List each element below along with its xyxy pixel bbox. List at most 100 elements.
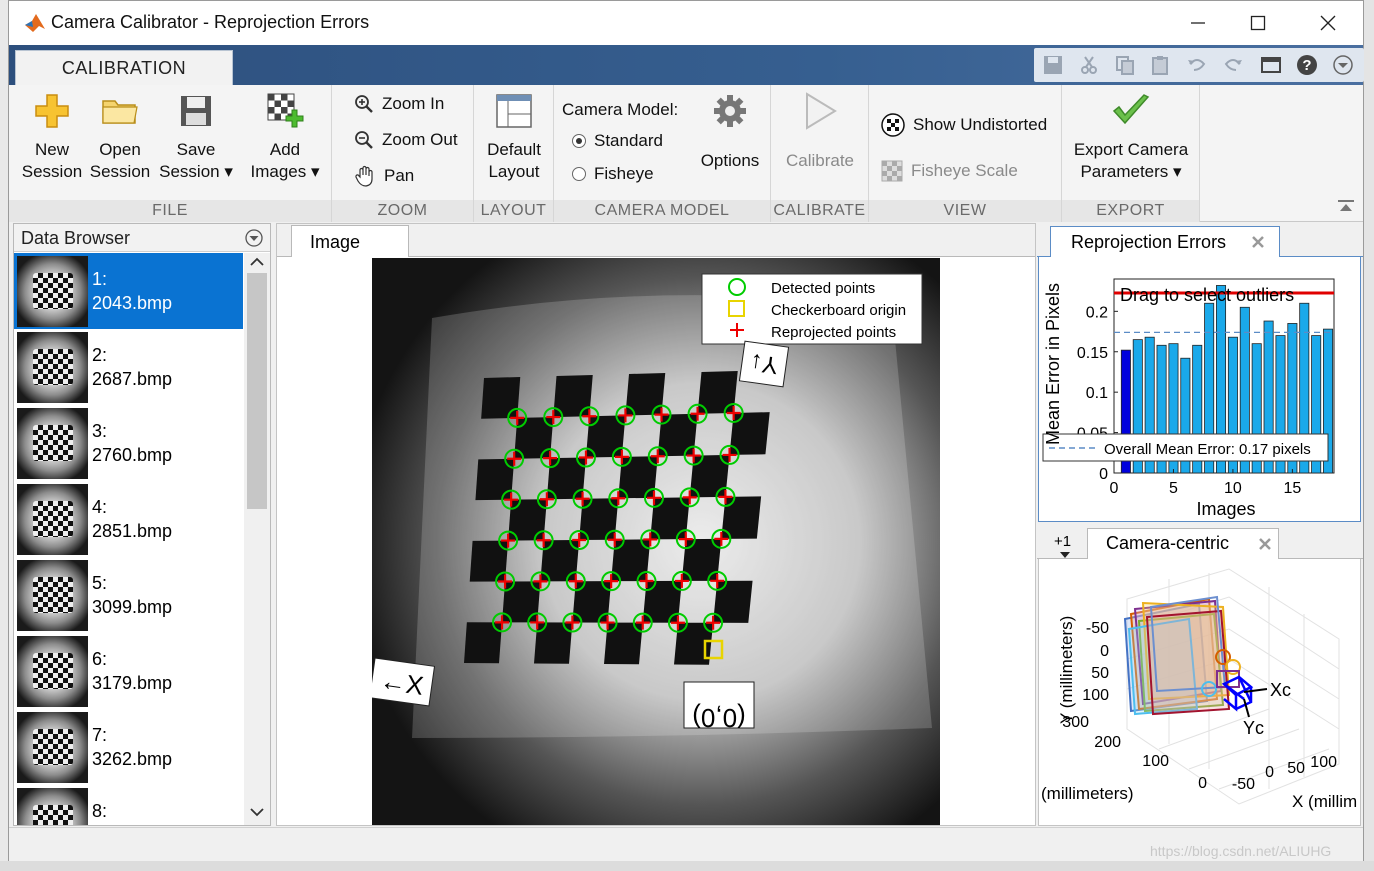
- app-window: Camera Calibrator - Reprojection Errors …: [8, 0, 1364, 861]
- window-title: Camera Calibrator - Reprojection Errors: [51, 12, 370, 32]
- options-button[interactable]: Options: [696, 89, 764, 172]
- scroll-down-icon[interactable]: [250, 807, 264, 817]
- origin-label: (0,0): [692, 703, 745, 733]
- reprojection-error-chart[interactable]: Drag to select outliers00.050.10.150.205…: [1039, 257, 1362, 522]
- tab-camera-centric[interactable]: Camera-centric: [1087, 528, 1279, 559]
- list-item[interactable]: 8:: [14, 785, 243, 825]
- maximize-icon: [1250, 15, 1266, 31]
- yc-axis-line: [1243, 698, 1250, 718]
- y-axis-title: Y (millimeters): [1057, 616, 1076, 724]
- y-tick-label: 0.15: [1077, 345, 1108, 362]
- data-browser-title: Data Browser: [21, 228, 131, 248]
- standard-radio[interactable]: Standard: [572, 131, 663, 151]
- thumbnail-image: [17, 636, 88, 707]
- reprojection-tab-label: Reprojection Errors: [1071, 232, 1227, 252]
- thumbnail-image: [17, 332, 88, 403]
- paste-icon[interactable]: [1150, 54, 1172, 76]
- show-undistorted-button[interactable]: Show Undistorted: [881, 113, 1047, 137]
- cut-icon[interactable]: [1078, 54, 1100, 76]
- section-label-file: FILE: [152, 202, 188, 219]
- redo-icon[interactable]: [1222, 54, 1244, 76]
- save-session-button[interactable]: Save Session ▾: [155, 89, 237, 183]
- checkerboard-icon: [881, 113, 905, 137]
- new-session-button[interactable]: New Session: [17, 89, 87, 183]
- list-item[interactable]: 3: 2760.bmp: [14, 405, 243, 481]
- matlab-logo-icon: [25, 14, 45, 32]
- legend-reprojected-label: Reprojected points: [771, 324, 896, 341]
- section-label-camera-model: CAMERA MODEL: [594, 202, 730, 219]
- close-tab-icon[interactable]: [1258, 537, 1272, 551]
- add-images-icon: [267, 93, 304, 128]
- data-browser-menu-icon[interactable]: [245, 229, 263, 247]
- collapse-ribbon-icon[interactable]: [1337, 199, 1355, 213]
- camera-centric-3d-plot[interactable]: Xc Yc Y (millimeters) -50 0 50 100 300 2…: [1039, 559, 1361, 826]
- copy-icon[interactable]: [1114, 54, 1136, 76]
- maximize-button[interactable]: [1235, 7, 1281, 39]
- close-icon: [1320, 15, 1336, 31]
- list-item[interactable]: 7: 3262.bmp: [14, 709, 243, 785]
- xc-label: Xc: [1270, 680, 1291, 700]
- scrollbar-thumb[interactable]: [247, 273, 267, 509]
- list-item[interactable]: 4: 2851.bmp: [14, 481, 243, 557]
- z-tick-label: 200: [1094, 734, 1121, 751]
- tab-reprojection-errors[interactable]: Reprojection Errors: [1050, 226, 1280, 258]
- tab-calibration[interactable]: CALIBRATION: [15, 50, 233, 86]
- calibration-image[interactable]: Detected points Checkerboard origin Repr…: [372, 258, 940, 825]
- thumbnail-image: [17, 788, 88, 825]
- open-session-button[interactable]: Open Session: [87, 89, 153, 183]
- bar-chart: Drag to select outliers00.050.10.150.205…: [1042, 278, 1335, 519]
- add-images-button[interactable]: Add Images ▾: [243, 89, 327, 183]
- fisheye-radio[interactable]: Fisheye: [572, 164, 654, 184]
- zoom-out-button[interactable]: Zoom Out: [354, 130, 458, 150]
- x-tick-label: 0: [1110, 480, 1119, 497]
- camera-model-heading: Camera Model:: [562, 100, 679, 119]
- board-outlines: [1123, 595, 1231, 716]
- x-axis-label: ←X: [378, 665, 425, 701]
- pan-button[interactable]: Pan: [354, 165, 414, 187]
- thumbnail-image: [17, 712, 88, 783]
- close-button[interactable]: [1305, 7, 1351, 39]
- svg-text:?: ?: [1302, 57, 1311, 74]
- drag-outliers-hint: Drag to select outliers: [1120, 285, 1294, 305]
- data-browser-panel: Data Browser 1: 2043.bmp 2: 2687.bmp 3: 276…: [13, 223, 271, 826]
- y-tick-label: -50: [1086, 620, 1109, 637]
- list-item[interactable]: 6: 3179.bmp: [14, 633, 243, 709]
- image-list: 1: 2043.bmp 2: 2687.bmp 3: 2760.bmp 4: 2851.…: [14, 253, 243, 825]
- section-label-view: VIEW: [943, 202, 987, 219]
- minimize-button[interactable]: [1175, 7, 1221, 39]
- x-tick-label: 5: [1169, 480, 1178, 497]
- list-item[interactable]: 5: 3099.bmp: [14, 557, 243, 633]
- export-camera-parameters-button[interactable]: Export Camera Parameters ▾: [1066, 89, 1196, 183]
- zoom-in-icon: [355, 95, 373, 113]
- section-label-export: EXPORT: [1096, 202, 1165, 219]
- extra-tabs-indicator[interactable]: +1: [1054, 533, 1071, 550]
- mean-legend-label: Overall Mean Error: 0.17 pixels: [1104, 441, 1311, 458]
- close-tab-icon[interactable]: [1251, 235, 1265, 249]
- checker-square: [481, 377, 521, 419]
- vertical-scrollbar[interactable]: [244, 253, 270, 825]
- tab-overflow-chevron-icon[interactable]: [1059, 551, 1071, 559]
- fisheye-scale-button[interactable]: Fisheye Scale: [881, 160, 1018, 182]
- x-tick-label: -50: [1232, 776, 1255, 793]
- list-item[interactable]: 2: 2687.bmp: [14, 329, 243, 405]
- dropdown-chevron-icon[interactable]: [1332, 54, 1354, 76]
- undo-icon[interactable]: [1186, 54, 1208, 76]
- default-layout-button[interactable]: Default Layout: [478, 89, 550, 183]
- save-icon[interactable]: [1042, 54, 1064, 76]
- x-tick-label: 15: [1283, 480, 1301, 497]
- yc-label: Yc: [1243, 718, 1264, 738]
- zoom-in-button[interactable]: Zoom In: [354, 94, 444, 114]
- y-tick-label: 0: [1099, 466, 1108, 483]
- calibrate-button[interactable]: Calibrate: [779, 89, 861, 172]
- tab-image[interactable]: Image: [291, 225, 409, 257]
- y-axis-title: Mean Error in Pixels: [1043, 283, 1063, 445]
- list-item[interactable]: 1: 2043.bmp: [14, 253, 243, 329]
- section-zoom: Zoom In Zoom Out Pan ZOOM: [332, 85, 474, 222]
- thumbnail-image: [17, 408, 88, 479]
- help-icon[interactable]: ?: [1296, 54, 1318, 76]
- camera-tab-label: Camera-centric: [1106, 533, 1230, 553]
- window-layout-icon[interactable]: [1260, 54, 1282, 76]
- scroll-up-icon[interactable]: [250, 257, 264, 267]
- minimize-icon: [1191, 22, 1205, 24]
- title-bar: Camera Calibrator - Reprojection Errors: [9, 1, 1363, 45]
